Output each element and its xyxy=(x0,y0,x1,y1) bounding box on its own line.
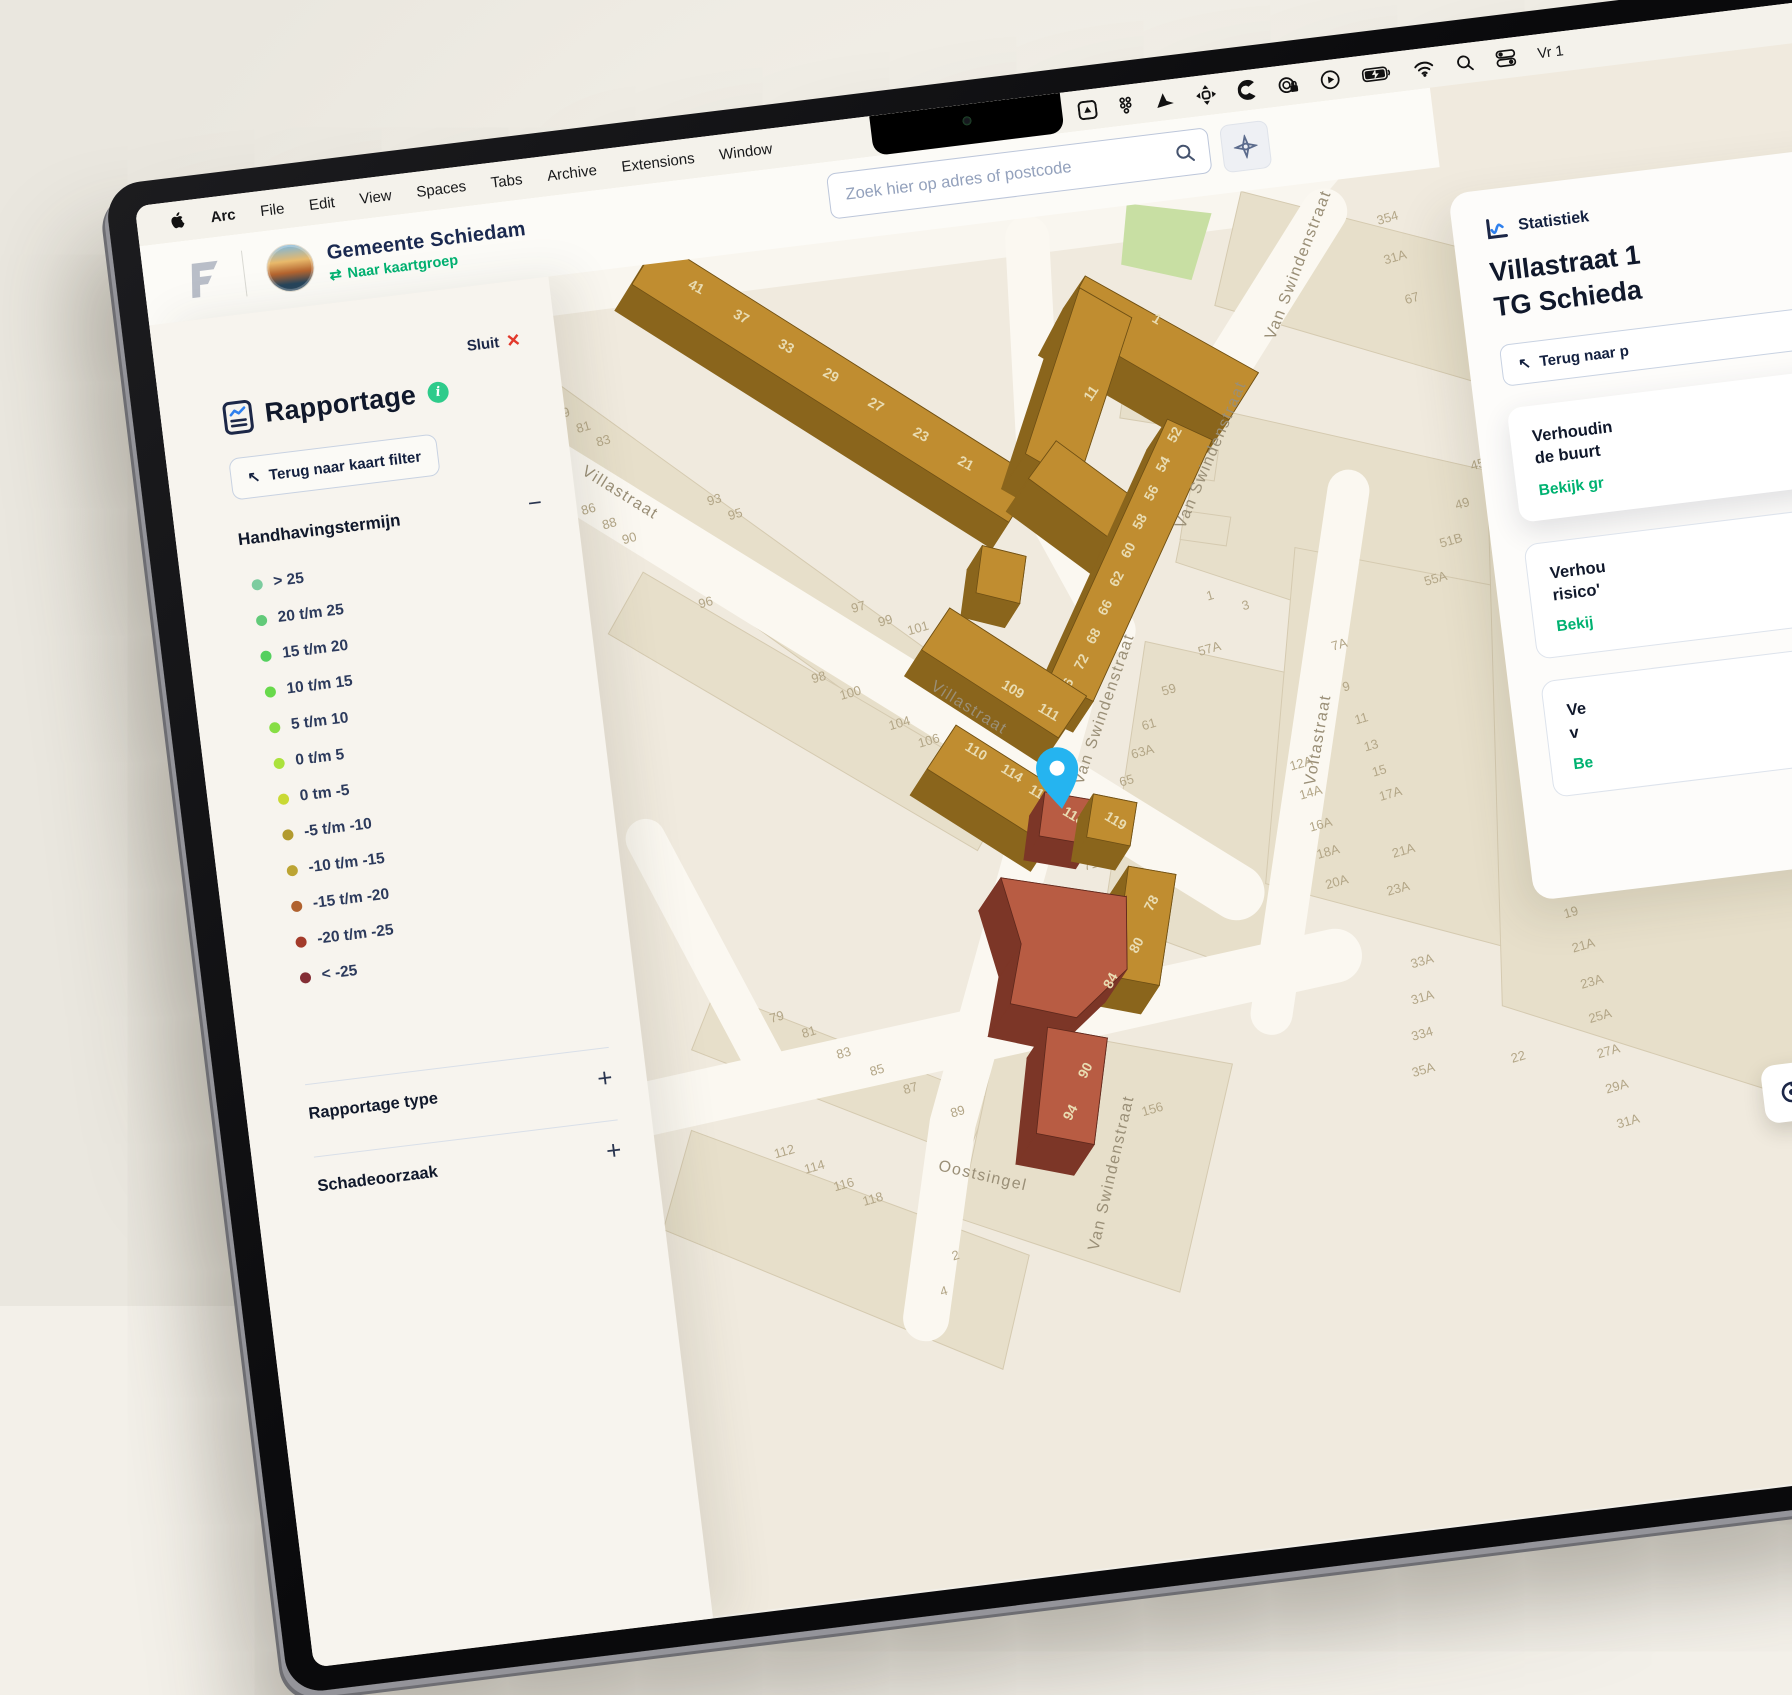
laptop-body: 7779818386889093959799101105969810010410… xyxy=(104,0,1792,1695)
locate-button[interactable] xyxy=(1219,120,1272,173)
rotate-view-icon xyxy=(1775,1075,1792,1108)
menu-item-file[interactable]: File xyxy=(259,200,285,220)
legend-label: 15 t/m 20 xyxy=(281,637,349,663)
house-number-label: 57A xyxy=(1196,638,1223,659)
swap-icon: ⇄ xyxy=(329,267,343,284)
house-number-label: 3 xyxy=(1240,597,1251,613)
expand-icon[interactable]: + xyxy=(605,1136,623,1164)
menu-item-extensions[interactable]: Extensions xyxy=(621,149,696,175)
legend-label: 0 tm -5 xyxy=(299,782,351,806)
play-circle-icon[interactable] xyxy=(1319,69,1341,91)
report-doc-icon xyxy=(222,405,254,429)
legend-label: > 25 xyxy=(272,570,305,592)
legend-label: -20 t/m -25 xyxy=(316,921,394,948)
house-number-label: 112 xyxy=(772,1141,796,1161)
camera xyxy=(961,116,971,126)
legend-dot xyxy=(251,578,263,590)
house-number-label: 33A xyxy=(1409,950,1436,971)
legend-label: < -25 xyxy=(321,962,359,984)
move-icon[interactable] xyxy=(1195,84,1217,106)
legend-dot xyxy=(277,793,289,805)
legend-label: 0 t/m 5 xyxy=(294,746,345,770)
search-icon[interactable] xyxy=(1174,142,1196,164)
app-logo-icon[interactable] xyxy=(189,266,225,290)
stats-header: Statistiek xyxy=(1517,208,1590,235)
wifi-icon[interactable] xyxy=(1412,57,1435,79)
legend-dot xyxy=(260,650,272,662)
legend-dot xyxy=(264,685,276,697)
menu-item-view[interactable]: View xyxy=(358,187,392,208)
legend-label: 5 t/m 10 xyxy=(290,709,349,734)
house-number-label: 114 xyxy=(802,1157,826,1177)
search-icon[interactable] xyxy=(1455,52,1475,74)
focus-lock-icon[interactable] xyxy=(1276,74,1299,96)
battery-icon[interactable] xyxy=(1361,62,1393,86)
legend-dot xyxy=(291,900,303,912)
legend-label: 20 t/m 25 xyxy=(277,601,345,627)
arrow-nw-icon: ↖ xyxy=(247,467,262,486)
legend-dot xyxy=(273,757,285,769)
arrow-nw-icon: ↖ xyxy=(1517,354,1532,373)
legend-section-title: Handhavingstermijn xyxy=(237,510,402,550)
legend-dot xyxy=(299,971,311,983)
avatar[interactable] xyxy=(264,241,317,294)
house-number-label: 101 xyxy=(905,618,930,638)
legend: > 25 20 t/m 25 15 t/m 20 10 t/m 15 5 t/m 10 0… xyxy=(250,555,401,996)
raycast-icon[interactable] xyxy=(1077,98,1098,120)
menu-clock[interactable]: Vr 1 xyxy=(1537,43,1565,62)
legend-dot xyxy=(295,935,307,947)
house-number-label: 354 xyxy=(1375,207,1400,227)
menu-item-tabs[interactable]: Tabs xyxy=(490,171,524,192)
house-number-label: 27A xyxy=(1595,1040,1622,1061)
expand-icon[interactable]: + xyxy=(596,1064,614,1092)
cursor-icon[interactable] xyxy=(1153,89,1175,111)
control-center-icon[interactable] xyxy=(1495,47,1517,69)
house-number-label: 31A xyxy=(1615,1110,1642,1131)
collapse-section-button[interactable]: − xyxy=(527,491,544,517)
line-chart-icon xyxy=(1483,217,1509,240)
info-icon[interactable]: i xyxy=(426,381,449,404)
house-number-label: 22 xyxy=(1509,1047,1527,1065)
menu-item-spaces[interactable]: Spaces xyxy=(415,177,467,200)
legend-dot xyxy=(282,828,294,840)
legend-label: -15 t/m -20 xyxy=(312,886,390,913)
menu-item-edit[interactable]: Edit xyxy=(308,194,336,214)
close-icon: × xyxy=(506,329,521,352)
header-divider xyxy=(241,251,248,297)
legend-label: -5 t/m -10 xyxy=(303,815,373,841)
c-app-icon[interactable] xyxy=(1237,79,1257,101)
house-number-label: 35A xyxy=(1410,1059,1437,1080)
screen: 7779818386889093959799101105969810010410… xyxy=(135,0,1792,1667)
close-panel-button[interactable]: Sluit × xyxy=(466,329,522,357)
menu-item-arc[interactable]: Arc xyxy=(210,206,237,226)
panel-title: Rapportage xyxy=(263,380,418,429)
menu-item-window[interactable]: Window xyxy=(718,140,773,163)
house-number-label: 334 xyxy=(1410,1023,1435,1043)
compass-icon xyxy=(1232,133,1259,160)
house-number-label: 31A xyxy=(1409,987,1436,1008)
house-number-label: 1 xyxy=(1204,587,1215,603)
grid-icon[interactable] xyxy=(1118,94,1134,116)
menu-item-archive[interactable]: Archive xyxy=(546,161,598,184)
legend-label: 10 t/m 15 xyxy=(286,672,354,698)
apple-icon[interactable] xyxy=(170,210,187,232)
back-to-map-filter-button[interactable]: ↖ Terug naar kaart filter xyxy=(228,433,440,500)
legend-dot xyxy=(255,614,267,626)
house-number-label: 29A xyxy=(1604,1076,1631,1097)
legend-dot xyxy=(286,864,298,876)
legend-label: -10 t/m -15 xyxy=(308,850,386,877)
legend-dot xyxy=(269,721,281,733)
